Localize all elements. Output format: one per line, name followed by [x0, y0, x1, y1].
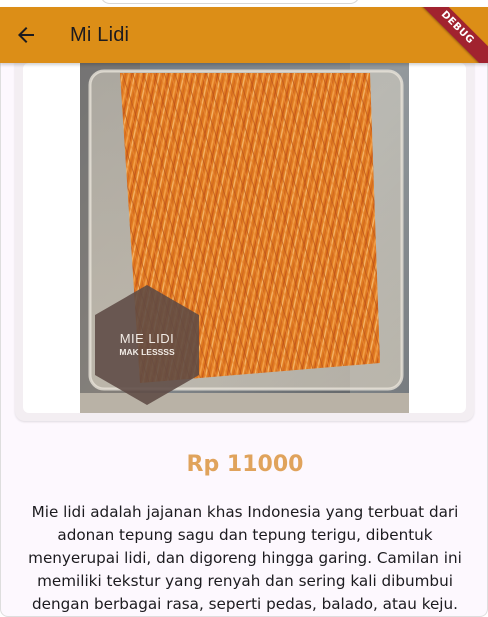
app-bar: Mi Lidi DEBUG: [0, 7, 488, 63]
debug-banner: DEBUG: [404, 7, 488, 63]
arrow-back-icon: [18, 27, 34, 43]
product-detail: MIE LIDI MAK LESSSS Rp 11000 Mie lidi ad…: [0, 63, 488, 617]
back-button[interactable]: [0, 7, 52, 63]
product-image-card: MIE LIDI MAK LESSSS: [15, 63, 474, 421]
product-image: MIE LIDI MAK LESSSS: [80, 63, 409, 413]
page-title: Mi Lidi: [70, 23, 130, 46]
product-price: Rp 11000: [186, 452, 304, 477]
product-image-label-line1: MIE LIDI: [120, 331, 175, 346]
product-image-label-line2: MAK LESSSS: [119, 347, 175, 357]
product-description: Mie lidi adalah jajanan khas Indonesia y…: [28, 503, 462, 613]
status-bar: [0, 0, 488, 7]
product-image-frame: MIE LIDI MAK LESSSS: [23, 63, 466, 413]
status-bar-notch: [100, 0, 360, 4]
